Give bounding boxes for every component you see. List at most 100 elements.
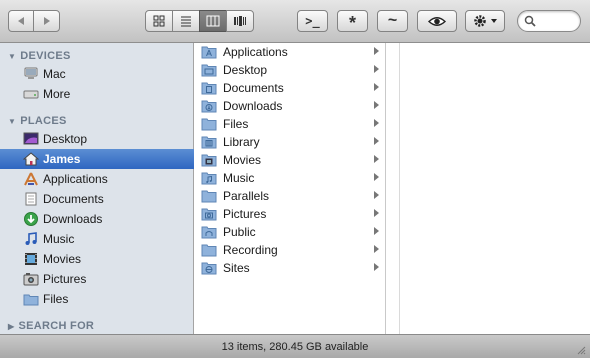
sidebar: ▼ DEVICES Mac More ▼ PLACES Desktop Jame… — [0, 43, 194, 334]
disclosure-arrow-icon — [374, 227, 379, 235]
search-for-header-label: SEARCH FOR — [18, 320, 95, 332]
drive-icon — [23, 86, 39, 102]
sidebar-item-label: More — [43, 87, 71, 101]
movies-icon — [23, 251, 39, 267]
disclosure-arrow-icon — [374, 209, 379, 217]
sidebar-item-label: Pictures — [43, 272, 87, 286]
toolbar: >_ * ~ — [0, 0, 590, 43]
music-folder-icon — [201, 172, 217, 185]
star-button[interactable]: * — [337, 10, 368, 33]
computer-icon — [23, 66, 39, 82]
search-for-header[interactable]: ▶ SEARCH FOR — [8, 319, 94, 333]
column-item-label: Documents — [223, 81, 284, 95]
column-item-label: Downloads — [223, 99, 283, 113]
column-item-pictures[interactable]: Pictures — [194, 205, 385, 223]
gear-icon — [474, 15, 486, 27]
column-view-button[interactable] — [199, 10, 227, 32]
column-item-library[interactable]: Library — [194, 133, 385, 151]
column-item-label: Public — [223, 225, 256, 239]
status-text: 13 items, 280.45 GB available — [221, 340, 369, 353]
places-header[interactable]: ▼ PLACES — [8, 114, 67, 128]
column-item-label: Music — [223, 171, 255, 185]
sidebar-item-music[interactable]: Music — [0, 229, 194, 249]
column-item-parallels[interactable]: Parallels — [194, 187, 385, 205]
pictures-folder-icon — [201, 208, 217, 221]
action-menu-button[interactable] — [465, 10, 505, 32]
column-item-music[interactable]: Music — [194, 169, 385, 187]
sidebar-item-label: Movies — [43, 252, 82, 266]
pictures-icon — [23, 271, 39, 287]
column-item-label: Applications — [223, 45, 288, 59]
chevron-down-icon — [491, 19, 497, 23]
sidebar-item-more[interactable]: More — [0, 84, 194, 104]
column-item-applications[interactable]: Applications — [194, 43, 385, 61]
desktop-folder-icon — [201, 64, 217, 77]
column-item-movies[interactable]: Movies — [194, 151, 385, 169]
eye-icon — [428, 16, 446, 26]
icon-view-icon — [153, 15, 165, 27]
back-arrow-icon — [18, 17, 24, 25]
applications-icon — [23, 171, 39, 187]
column-item-desktop[interactable]: Desktop — [194, 61, 385, 79]
sidebar-item-desktop[interactable]: Desktop — [0, 129, 194, 149]
sidebar-item-pictures[interactable]: Pictures — [0, 269, 194, 289]
column-item-label: Recording — [223, 243, 278, 257]
disclosure-triangle-icon: ▼ — [8, 116, 17, 126]
terminal-label: >_ — [305, 14, 320, 28]
folder-icon — [201, 190, 217, 203]
sidebar-item-applications[interactable]: Applications — [0, 169, 194, 189]
back-button[interactable] — [8, 10, 34, 32]
public-folder-icon — [201, 226, 217, 239]
folder-icon — [201, 118, 217, 131]
column-item-label: Files — [223, 117, 249, 131]
devices-header[interactable]: ▼ DEVICES — [8, 49, 71, 63]
sidebar-item-label: Mac — [43, 67, 66, 81]
column-item-label: Pictures — [223, 207, 267, 221]
sidebar-item-label: Downloads — [43, 212, 103, 226]
column-item-recording[interactable]: Recording — [194, 241, 385, 259]
sidebar-item-label: Music — [43, 232, 75, 246]
movies-folder-icon — [201, 154, 217, 167]
sidebar-item-files[interactable]: Files — [0, 289, 194, 309]
resize-grip-icon[interactable] — [576, 345, 586, 355]
column-view-icon — [206, 15, 220, 27]
column-item-label: Library — [223, 135, 260, 149]
sidebar-item-documents[interactable]: Documents — [0, 189, 194, 209]
sidebar-item-james[interactable]: James — [0, 149, 194, 169]
folder-icon — [23, 291, 39, 307]
terminal-button[interactable]: >_ — [297, 10, 328, 32]
browser-column-2 — [386, 43, 400, 334]
sidebar-item-movies[interactable]: Movies — [0, 249, 194, 269]
icon-view-button[interactable] — [145, 10, 173, 32]
column-item-public[interactable]: Public — [194, 223, 385, 241]
downloads-folder-icon — [201, 100, 217, 113]
documents-icon — [23, 191, 39, 207]
devices-header-label: DEVICES — [20, 50, 71, 62]
sidebar-item-mac[interactable]: Mac — [0, 64, 194, 84]
sidebar-item-label: Files — [43, 292, 69, 306]
downloads-icon — [23, 211, 39, 227]
sites-folder-icon — [201, 262, 217, 275]
disclosure-arrow-icon — [374, 245, 379, 253]
sidebar-item-downloads[interactable]: Downloads — [0, 209, 194, 229]
music-icon — [23, 231, 39, 247]
list-view-button[interactable] — [172, 10, 200, 32]
list-view-icon — [181, 16, 191, 27]
cover-flow-button[interactable] — [226, 10, 254, 32]
column-item-label: Parallels — [223, 189, 270, 203]
documents-folder-icon — [201, 82, 217, 95]
column-item-documents[interactable]: Documents — [194, 79, 385, 97]
quick-look-button[interactable] — [417, 10, 457, 32]
column-item-label: Desktop — [223, 63, 268, 77]
tilde-button[interactable]: ~ — [377, 10, 408, 32]
forward-button[interactable] — [33, 10, 60, 32]
disclosure-arrow-icon — [374, 173, 379, 181]
sidebar-item-label: James — [43, 152, 81, 166]
desktop-icon — [23, 131, 39, 147]
disclosure-arrow-icon — [374, 137, 379, 145]
disclosure-arrow-icon — [374, 263, 379, 271]
column-item-sites[interactable]: Sites — [194, 259, 385, 277]
search-field[interactable] — [517, 10, 581, 32]
column-item-files[interactable]: Files — [194, 115, 385, 133]
column-item-downloads[interactable]: Downloads — [194, 97, 385, 115]
